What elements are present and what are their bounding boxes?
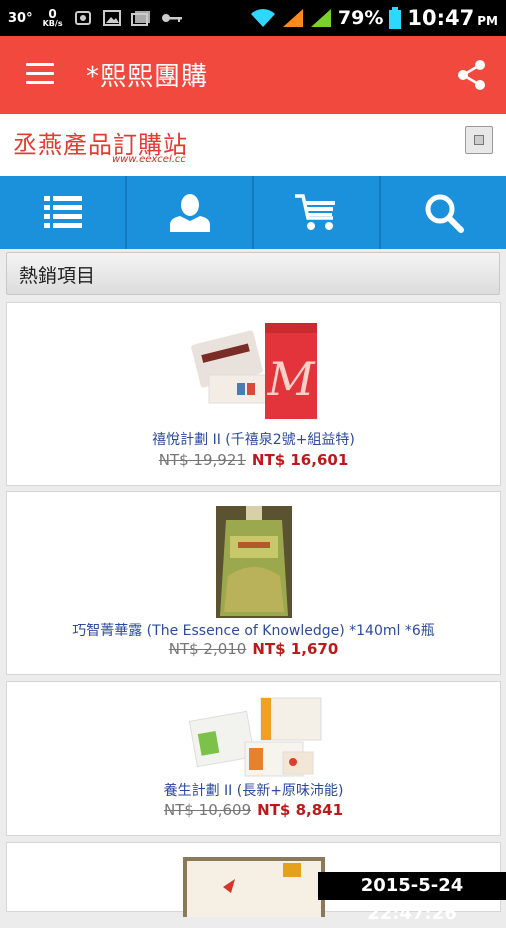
store-logo-url: www.eexcel.cc: [112, 154, 186, 165]
original-price: NT$ 10,609: [163, 801, 252, 819]
product-card[interactable]: M 禧悅計劃 II (千禧泉2號+組益特) NT$ 19,921 NT$ 16,6…: [6, 302, 501, 486]
data-rate-unit: KB/s: [42, 19, 63, 28]
svg-text:M: M: [266, 352, 316, 406]
product-price: NT$ 10,609 NT$ 8,841: [7, 801, 500, 819]
sale-price: NT$ 16,601: [251, 451, 349, 469]
user-icon: [169, 193, 210, 232]
battery-percent: 79%: [337, 7, 384, 29]
app-bar: *熙熙團購: [0, 36, 506, 114]
battery-icon: [389, 7, 402, 29]
product-price: NT$ 2,010 NT$ 1,670: [7, 640, 500, 658]
timestamp-overlay: 2015-5-24 22:47:26: [318, 872, 506, 924]
image-icon: [102, 10, 121, 26]
section-title: 熱銷項目: [19, 265, 96, 287]
sale-price: NT$ 8,841: [257, 801, 344, 819]
product-image: M: [191, 323, 317, 419]
vibrate-icon: [74, 11, 91, 25]
signal-icon-orange: [282, 9, 303, 27]
product-card[interactable]: 養生計劃 II (長新+原味沛能) NT$ 10,609 NT$ 8,841: [6, 681, 501, 836]
product-name[interactable]: 巧智菁華露 (The Essence of Knowledge) *140ml …: [7, 620, 500, 640]
temperature-text: 30°: [8, 10, 33, 26]
data-rate: 0 KB/s: [43, 8, 63, 28]
key-icon: [161, 14, 182, 22]
cart-icon: [294, 193, 335, 230]
main-nav: [0, 176, 506, 249]
gallery-icon: [130, 11, 150, 26]
nav-cart[interactable]: [254, 176, 381, 249]
clock-time: 10:47: [407, 6, 475, 30]
signal-icon-green: [310, 9, 331, 27]
logo-band: 丞燕產品訂購站 www.eexcel.cc: [0, 114, 506, 176]
nav-categories[interactable]: [0, 176, 127, 249]
nav-search[interactable]: [381, 176, 506, 249]
original-price: NT$ 19,921: [158, 451, 246, 469]
nav-account[interactable]: [127, 176, 254, 249]
status-bar: 30° 0 KB/s 79% 10:47 PM: [0, 0, 506, 36]
share-icon[interactable]: [456, 59, 488, 91]
product-image: [188, 697, 322, 777]
clock-ampm: PM: [477, 14, 498, 28]
product-image: [183, 857, 325, 917]
menu-icon[interactable]: [26, 63, 54, 87]
product-price: NT$ 19,921 NT$ 16,601: [7, 451, 500, 469]
section-header: 熱銷項目: [6, 252, 500, 295]
collapse-button[interactable]: [465, 126, 493, 154]
app-title: *熙熙團購: [86, 62, 209, 92]
list-icon: [43, 195, 82, 228]
sale-price: NT$ 1,670: [252, 640, 339, 658]
product-name[interactable]: 養生計劃 II (長新+原味沛能): [7, 780, 500, 800]
product-card[interactable]: 巧智菁華露 (The Essence of Knowledge) *140ml …: [6, 491, 501, 675]
search-icon: [425, 194, 464, 233]
original-price: NT$ 2,010: [168, 640, 247, 658]
product-image: [216, 506, 292, 618]
wifi-icon: [250, 9, 275, 27]
product-name[interactable]: 禧悅計劃 II (千禧泉2號+組益特): [7, 429, 500, 449]
